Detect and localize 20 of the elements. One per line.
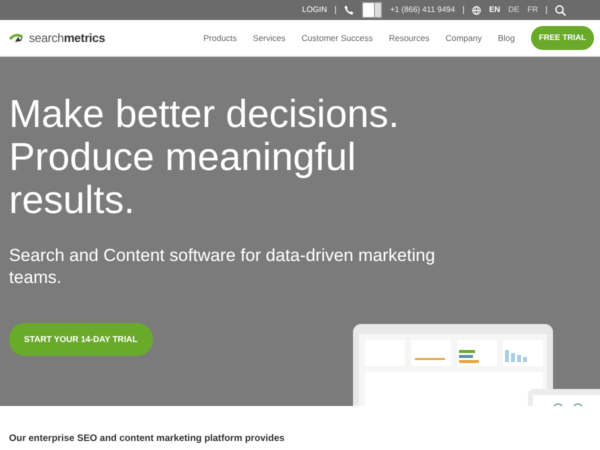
nav-link[interactable]: Resources: [388, 32, 430, 44]
country-select[interactable]: [362, 2, 382, 18]
logo-text: searchmetrics: [29, 30, 106, 47]
hero-headline: Make better decisions. Produce meaningful results.: [9, 93, 400, 222]
search-icon[interactable]: [555, 4, 566, 16]
globe-icon: [472, 6, 482, 14]
language-link[interactable]: DE: [508, 4, 520, 16]
nav-link[interactable]: Customer Success: [302, 32, 373, 44]
hero-subtitle: Search and Content software for data-driven marketing teams.: [9, 244, 436, 288]
nav-link[interactable]: Products: [203, 32, 237, 44]
nav-link[interactable]: Services: [252, 32, 286, 44]
language-link[interactable]: FR: [527, 4, 538, 16]
logo-icon: [9, 33, 25, 43]
nav-link[interactable]: Blog: [498, 32, 515, 44]
intro-text: Our enterprise SEO and content marketing platform provides: [9, 432, 286, 446]
nav-link[interactable]: Company: [445, 32, 482, 44]
phone-number: +1 (866) 411 9494: [390, 4, 456, 16]
login-link[interactable]: LOGIN: [302, 4, 328, 16]
phone-icon: [344, 5, 354, 15]
language-link[interactable]: EN: [489, 4, 500, 16]
